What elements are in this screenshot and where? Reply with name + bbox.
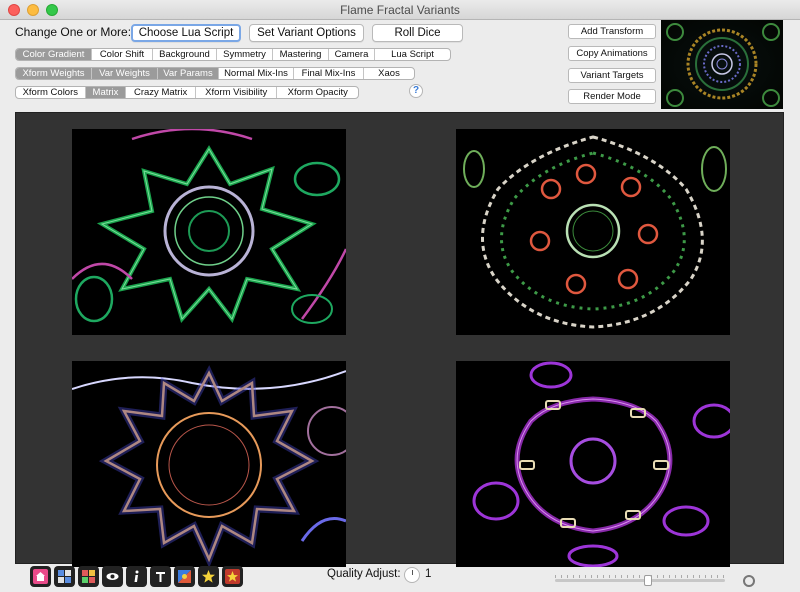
- quality-adjust-value: 1: [425, 568, 432, 580]
- segment-xform-colors[interactable]: Xform Colors: [16, 87, 86, 98]
- home-icon[interactable]: [30, 566, 51, 587]
- segment-color-gradient[interactable]: Color Gradient: [16, 49, 92, 60]
- add-transform-button[interactable]: Add Transform: [568, 24, 656, 39]
- segment-normal-mix-ins[interactable]: Normal Mix-Ins: [219, 68, 294, 79]
- choose-lua-script-button[interactable]: Choose Lua Script: [131, 24, 241, 42]
- bottom-toolbar: [30, 566, 243, 587]
- segment-var-params[interactable]: Var Params: [158, 68, 219, 79]
- segment-matrix[interactable]: Matrix: [85, 87, 127, 98]
- variant-image-4[interactable]: [456, 361, 730, 567]
- star-badge-icon[interactable]: [222, 566, 243, 587]
- segment-var-weights[interactable]: Var Weights: [92, 68, 158, 79]
- segment-background[interactable]: Background: [153, 49, 217, 60]
- segment-final-mix-ins[interactable]: Final Mix-Ins: [294, 68, 364, 79]
- refresh-icon[interactable]: [743, 575, 755, 587]
- segment-xaos[interactable]: Xaos: [364, 68, 414, 79]
- segment-row-general: Color Gradient Color Shift Background Sy…: [15, 48, 451, 61]
- segment-mastering[interactable]: Mastering: [273, 49, 329, 60]
- variant-image-1[interactable]: [72, 129, 346, 335]
- star-icon[interactable]: [198, 566, 219, 587]
- quality-adjust-knob[interactable]: [404, 567, 420, 583]
- slider-ticks: [555, 575, 725, 578]
- slider-thumb[interactable]: [644, 575, 652, 586]
- original-fractal-thumbnail[interactable]: [661, 20, 783, 109]
- grid-color-icon[interactable]: [78, 566, 99, 587]
- quality-adjust-label: Quality Adjust:: [327, 568, 401, 580]
- segment-symmetry[interactable]: Symmetry: [217, 49, 273, 60]
- segment-row-xforms: Xform Colors Matrix Crazy Matrix Xform V…: [15, 86, 359, 99]
- variant-image-2[interactable]: [456, 129, 730, 335]
- segment-row-weights: Xform Weights Var Weights Var Params Nor…: [15, 67, 415, 80]
- render-mode-button[interactable]: Render Mode: [568, 89, 656, 104]
- fractal-thumbnail-image: [661, 20, 783, 109]
- roll-dice-button[interactable]: Roll Dice: [372, 24, 463, 42]
- title-bar: Flame Fractal Variants: [0, 0, 800, 20]
- segment-xform-opacity[interactable]: Xform Opacity: [277, 87, 358, 98]
- help-button[interactable]: ?: [409, 84, 423, 98]
- eye-icon[interactable]: [102, 566, 123, 587]
- variant-4-fractal: [456, 361, 730, 567]
- slider-track: [555, 579, 725, 582]
- change-label: Change One or More:: [15, 25, 132, 39]
- copy-animations-button[interactable]: Copy Animations: [568, 46, 656, 61]
- variant-image-3[interactable]: [72, 361, 346, 567]
- variant-slider[interactable]: [555, 575, 725, 589]
- set-variant-options-button[interactable]: Set Variant Options: [249, 24, 364, 42]
- segment-camera[interactable]: Camera: [329, 49, 375, 60]
- segment-xform-weights[interactable]: Xform Weights: [16, 68, 92, 79]
- info-icon[interactable]: [126, 566, 147, 587]
- window-title: Flame Fractal Variants: [340, 3, 460, 17]
- variants-canvas: [15, 112, 784, 567]
- segment-crazy-matrix[interactable]: Crazy Matrix: [126, 87, 196, 98]
- variant-2-fractal: [456, 129, 730, 335]
- variant-3-fractal: [72, 361, 346, 567]
- segment-lua-script[interactable]: Lua Script: [375, 49, 450, 60]
- grid-icon[interactable]: [54, 566, 75, 587]
- variant-1-fractal: [72, 129, 346, 335]
- text-icon[interactable]: [150, 566, 171, 587]
- variant-targets-button[interactable]: Variant Targets: [568, 68, 656, 83]
- segment-color-shift[interactable]: Color Shift: [92, 49, 153, 60]
- app-window: Flame Fractal Variants Change One or Mor…: [0, 0, 800, 592]
- palette-icon[interactable]: [174, 566, 195, 587]
- segment-xform-visibility[interactable]: Xform Visibility: [196, 87, 278, 98]
